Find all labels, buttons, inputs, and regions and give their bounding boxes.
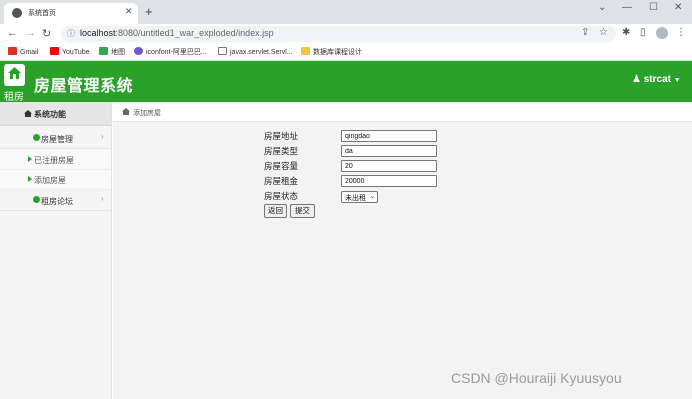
label-address: 房屋地址 (264, 131, 299, 141)
user-icon: ♟ (632, 74, 641, 85)
globe-icon (12, 8, 22, 18)
chevron-right-icon: › (101, 194, 104, 203)
bookmark-star-icon[interactable]: ☆ (599, 27, 608, 38)
label-status: 房屋状态 (264, 191, 299, 201)
caret-down-icon: ▼ (673, 77, 681, 84)
home-icon (24, 110, 32, 117)
breadcrumb-label: 添加房屋 (133, 110, 161, 117)
browser-tab[interactable]: 系统首页 ✕ (4, 3, 138, 24)
info-circle-icon (33, 134, 40, 141)
close-tab-icon[interactable]: ✕ (125, 6, 133, 17)
submit-button[interactable]: 提交 (290, 204, 315, 218)
rent-input[interactable] (341, 175, 437, 187)
tab-search-icon[interactable]: ⌄ (598, 2, 606, 13)
bookmarks-bar: Gmail YouTube 地图 iconfont-阿里巴巴... javax.… (0, 44, 692, 61)
bookmark-iconfont[interactable]: iconfont-阿里巴巴... (134, 47, 207, 57)
watermark: CSDN @Houraiji Kyuusyou (451, 370, 622, 386)
label-type: 房屋类型 (264, 146, 299, 156)
sidebar-subitem-registered-houses[interactable]: 已注册房屋 (0, 150, 111, 170)
chevron-right-icon: › (101, 132, 104, 141)
house-icon (8, 67, 21, 79)
app-title: 房屋管理系统 (34, 78, 134, 95)
extensions-icon[interactable]: ✱ (622, 27, 630, 38)
label-capacity: 房屋容量 (264, 161, 299, 171)
profile-avatar[interactable] (656, 27, 668, 39)
address-input[interactable] (341, 130, 437, 142)
username: strcat (643, 74, 671, 85)
sidebar-item-label: 房屋管理 (41, 135, 73, 144)
reload-icon[interactable]: ↻ (42, 27, 51, 40)
capacity-input[interactable] (341, 160, 437, 172)
info-icon[interactable]: ⓘ (67, 28, 75, 39)
tab-title: 系统首页 (28, 10, 56, 17)
info-circle-icon (33, 196, 40, 203)
minimize-icon[interactable]: — (622, 2, 632, 13)
sidebar-item-house-management[interactable]: 房屋管理 › (0, 128, 111, 149)
menu-kebab-icon[interactable]: ⋮ (676, 27, 686, 38)
bookmark-javax-servlet[interactable]: javax.servlet.Servl... (218, 47, 293, 56)
maximize-icon[interactable]: ☐ (649, 2, 658, 13)
home-icon (122, 108, 130, 115)
sidebar-subitem-add-house[interactable]: 添加房屋 (0, 170, 111, 190)
logo-caption: 租房 (4, 92, 24, 103)
browser-tab-strip: 系统首页 ✕ + ⌄ — ☐ ✕ (0, 0, 692, 24)
browser-toolbar: ← → ↻ ⓘ localhost:8080/untitled1_war_exp… (0, 24, 692, 44)
share-icon[interactable]: ⇪ (581, 27, 589, 38)
status-select[interactable]: 未出租 ⌄ (341, 191, 378, 203)
back-button[interactable]: 返回 (264, 204, 287, 218)
close-window-icon[interactable]: ✕ (674, 2, 682, 13)
sidebar-subitem-label: 已注册房屋 (34, 156, 74, 165)
chevron-down-icon: ⌄ (370, 194, 376, 200)
logo[interactable] (4, 64, 25, 86)
bookmark-youtube[interactable]: YouTube (50, 47, 90, 56)
type-input[interactable] (341, 145, 437, 157)
sidebar-item-rental-forum[interactable]: 租房论坛 › (0, 190, 111, 211)
label-rent: 房屋租金 (264, 176, 299, 186)
sidebar-heading-label: 系统功能 (34, 110, 66, 119)
sidebar: 系统功能 房屋管理 › 已注册房屋 添加房屋 租房论坛 › (0, 102, 112, 399)
sidebar-subitem-label: 添加房屋 (34, 176, 66, 185)
sidebar-heading: 系统功能 (0, 102, 111, 126)
caret-right-icon (28, 156, 32, 162)
breadcrumb: 添加房屋 (113, 102, 692, 122)
forward-arrow-icon[interactable]: → (25, 27, 36, 39)
user-menu[interactable]: ♟ strcat ▼ (632, 74, 681, 85)
new-tab-icon[interactable]: + (145, 4, 153, 19)
bookmark-gmail[interactable]: Gmail (8, 47, 38, 56)
caret-right-icon (28, 176, 32, 182)
address-bar[interactable]: ⓘ localhost:8080/untitled1_war_exploded/… (61, 26, 616, 42)
back-arrow-icon[interactable]: ← (7, 27, 18, 39)
url-text[interactable]: localhost:8080/untitled1_war_exploded/in… (80, 28, 274, 38)
bookmark-maps[interactable]: 地图 (99, 47, 125, 57)
side-panel-icon[interactable]: ▯ (640, 27, 646, 38)
sidebar-item-label: 租房论坛 (41, 197, 73, 206)
status-select-value: 未出租 (345, 195, 366, 202)
app-header: 租房 房屋管理系统 ♟ strcat ▼ (0, 61, 692, 103)
bookmark-folder-database[interactable]: 数据库课程设计 (301, 47, 362, 57)
